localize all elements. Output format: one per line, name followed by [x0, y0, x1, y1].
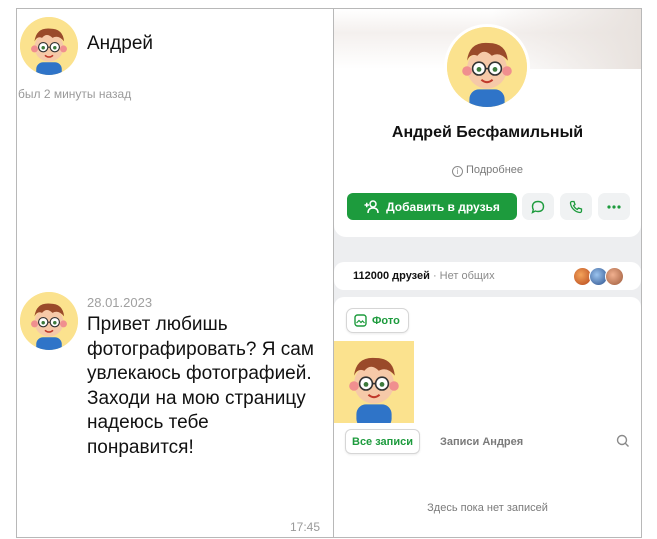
message-icon	[531, 200, 545, 214]
friend-avatars-stack[interactable]	[573, 267, 625, 286]
message-button[interactable]	[522, 193, 554, 220]
tab-own-posts[interactable]: Записи Андрея	[440, 436, 523, 448]
call-button[interactable]	[560, 193, 592, 220]
empty-posts-message: Здесь пока нет записей	[427, 502, 548, 514]
message-text: Привет любишь фотографировать? Я сам увл…	[87, 314, 314, 458]
more-info-link[interactable]: i Подробнее	[334, 164, 641, 177]
add-friend-button[interactable]: Добавить в друзья	[347, 193, 517, 220]
friends-count: 112000 друзей	[353, 270, 430, 282]
posts-tabs: Все записи Записи Андрея	[334, 427, 641, 457]
photos-and-posts-card: Фото Все записи Записи Андрея Здесь пока…	[334, 297, 641, 537]
profile-header-card: Андрей Бесфамильный i Подробнее Добавить …	[334, 9, 641, 237]
profile-panel: Андрей Бесфамильный i Подробнее Добавить …	[334, 9, 641, 537]
message-time: 17:45	[290, 520, 321, 534]
profile-full-name: Андрей Бесфамильный	[391, 124, 584, 141]
chat-contact-name[interactable]: Андрей	[87, 33, 153, 55]
message-avatar[interactable]	[20, 292, 78, 350]
boy-avatar-icon	[334, 342, 414, 423]
photo-thumbnail[interactable]	[334, 341, 414, 423]
photo-icon	[354, 314, 367, 327]
friend-avatar	[605, 267, 624, 286]
profile-avatar[interactable]	[444, 24, 530, 110]
last-seen-status: был 2 минуты назад	[18, 87, 132, 101]
friends-card[interactable]: 112000 друзей · Нет общих	[334, 262, 641, 290]
more-actions-button[interactable]	[598, 193, 630, 220]
info-icon: i	[451, 166, 463, 177]
tab-all-posts[interactable]: Все записи	[345, 429, 420, 454]
boy-avatar-icon	[20, 292, 78, 350]
boy-avatar-icon	[447, 27, 527, 107]
photo-tab-label: Фото	[372, 314, 400, 327]
more-info-label: Подробнее	[465, 164, 524, 176]
friends-summary: 112000 друзей · Нет общих	[353, 270, 495, 282]
chat-avatar[interactable]	[20, 17, 78, 75]
more-icon	[607, 204, 621, 209]
phone-icon	[569, 200, 583, 213]
boy-avatar-icon	[20, 17, 78, 75]
photo-tab[interactable]: Фото	[346, 308, 409, 333]
common-friends: · Нет общих	[432, 270, 495, 282]
search-icon[interactable]	[615, 433, 631, 449]
add-friend-icon	[364, 199, 379, 213]
add-friend-label: Добавить в друзья	[386, 199, 500, 214]
message-date: 28.01.2023	[87, 295, 153, 310]
